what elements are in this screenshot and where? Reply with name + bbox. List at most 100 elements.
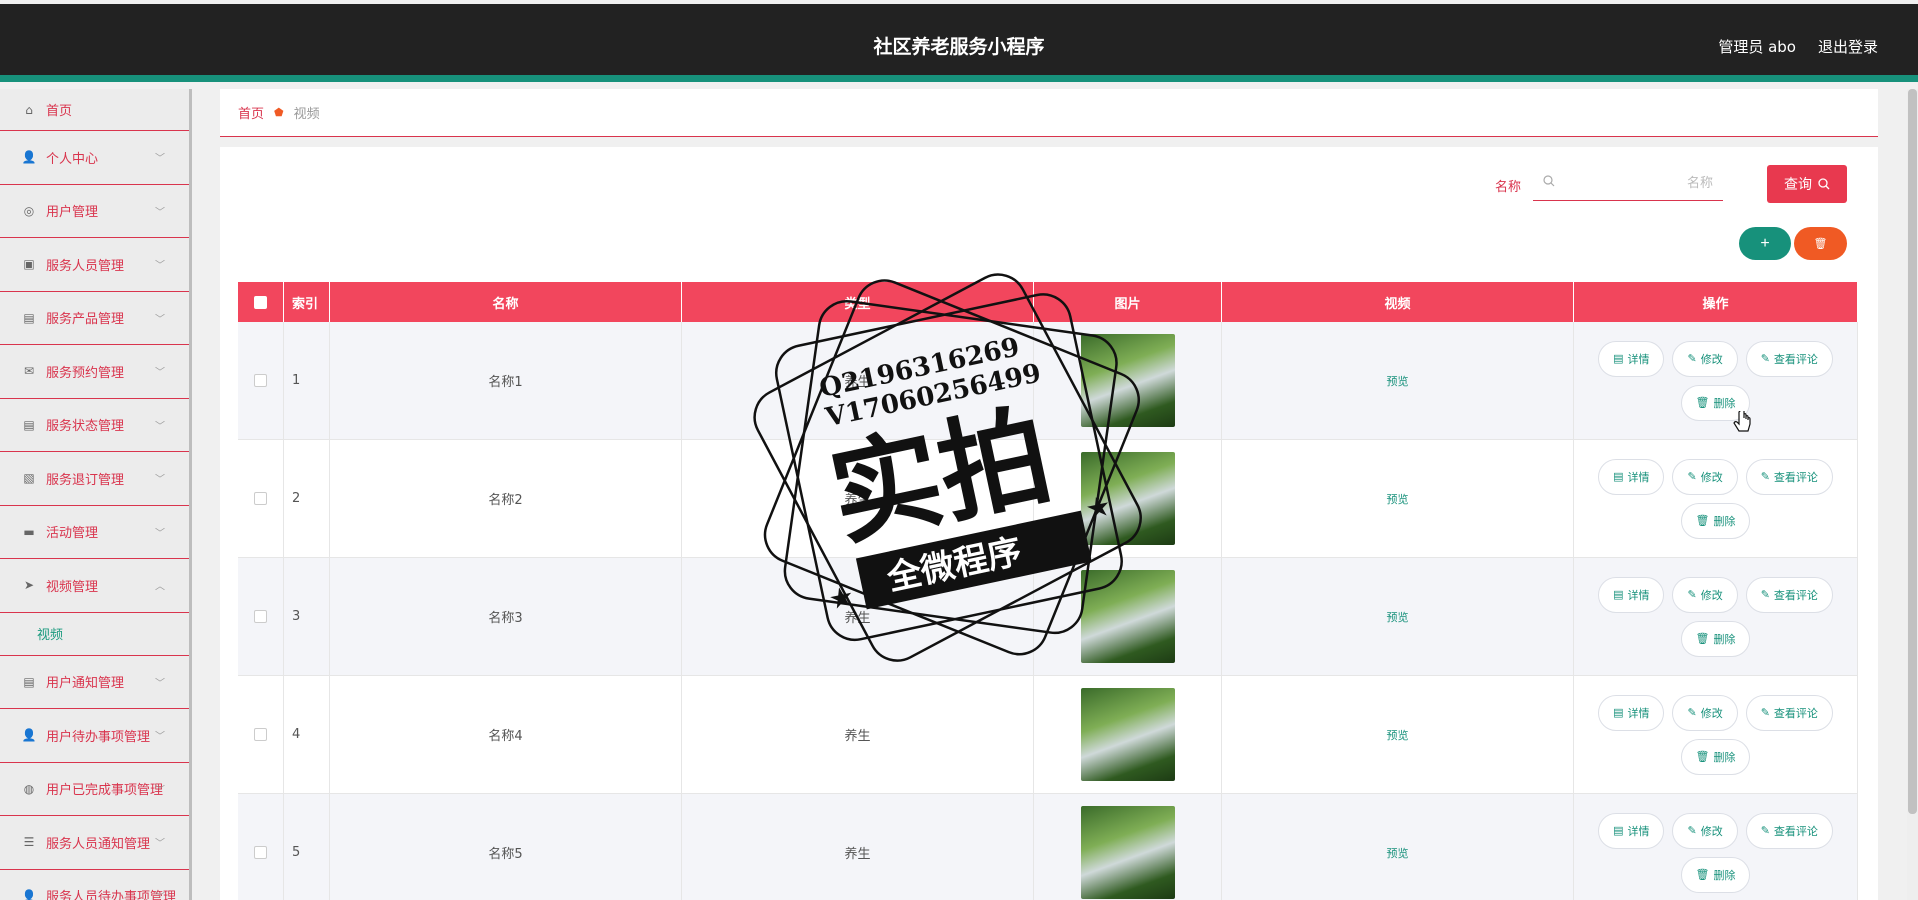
row-image-cell <box>1034 322 1222 439</box>
row-ops-cell: ▤ 详情 ✎ 修改 ✎ 查看评论 🗑 删除 <box>1574 794 1858 900</box>
sidebar-item-8[interactable]: ▬ 活动管理 ﹀ <box>0 506 189 559</box>
row-checkbox[interactable] <box>254 374 267 387</box>
thumbnail-image[interactable] <box>1080 806 1175 899</box>
detail-button[interactable]: ▤ 详情 <box>1598 694 1665 731</box>
row-check-cell <box>238 676 284 793</box>
row-actions: ▤ 详情 ✎ 修改 ✎ 查看评论 🗑 删除 <box>1586 576 1846 657</box>
chevron-down-icon: ﹀ <box>155 474 165 486</box>
sidebar-item-0[interactable]: ⌂ 首页 <box>0 89 189 131</box>
delete-button[interactable]: 🗑 删除 <box>1680 856 1751 893</box>
detail-button[interactable]: ▤ 详情 <box>1598 576 1665 613</box>
row-checkbox[interactable] <box>254 610 267 623</box>
sidebar-item-label: 首页 <box>46 104 73 119</box>
row-actions: ▤ 详情 ✎ 修改 ✎ 查看评论 🗑 删除 <box>1586 458 1846 539</box>
edit-button[interactable]: ✎ 修改 <box>1672 576 1738 613</box>
thumbnail-image[interactable] <box>1080 688 1175 781</box>
detail-label: 详情 <box>1627 352 1650 366</box>
sidebar-menu: ⌂ 首页 👤 个人中心 ﹀ ◎ 用户管理 ﹀ ▣ 服务人员管理 ﹀ ▤ 服务产品管理 ﹀ ✉ 服务预约管理 ﹀ ▤… <box>0 89 192 900</box>
sidebar-item-11[interactable]: 👤 用户待办事项管理 ﹀ <box>0 709 189 763</box>
preview-link[interactable]: 预览 <box>1387 373 1409 389</box>
sidebar-item-10[interactable]: ▤ 用户通知管理 ﹀ <box>0 656 189 709</box>
row-checkbox[interactable] <box>254 846 267 859</box>
header-image: 图片 <box>1034 282 1222 322</box>
sidebar-item-label: 服务退订管理 <box>46 472 125 488</box>
row-name: 名称1 <box>330 322 682 439</box>
sidebar-item-3[interactable]: ▣ 服务人员管理 ﹀ <box>0 238 189 292</box>
table-row: 2 名称2 养生 预览 ▤ 详情 ✎ 修改 ✎ 查看评论 🗑 删除 <box>238 440 1858 558</box>
sidebar-item-4[interactable]: ▤ 服务产品管理 ﹀ <box>0 292 189 345</box>
edit-label: 修改 <box>1700 588 1723 602</box>
chevron-down-icon: ﹀ <box>155 153 165 165</box>
comments-button[interactable]: ✎ 查看评论 <box>1745 694 1833 731</box>
sidebar-item-14[interactable]: 👤 服务人员待办事项管理 ﹀ <box>0 870 189 900</box>
briefcase-icon: ▣ <box>23 257 35 272</box>
thumbnail-image[interactable] <box>1080 334 1175 427</box>
preview-link[interactable]: 预览 <box>1387 491 1409 507</box>
row-index: 4 <box>284 676 330 793</box>
edit-button[interactable]: ✎ 修改 <box>1672 812 1738 849</box>
thumbnail-image[interactable] <box>1080 452 1175 545</box>
scrollbar-thumb[interactable] <box>1908 89 1917 814</box>
clipboard-icon: ▤ <box>23 417 35 432</box>
query-button[interactable]: 查询 <box>1767 165 1847 203</box>
row-video-cell: 预览 <box>1222 676 1574 793</box>
logout-link[interactable]: 退出登录 <box>1818 36 1878 57</box>
row-image-cell <box>1034 676 1222 793</box>
comments-button[interactable]: ✎ 查看评论 <box>1745 812 1833 849</box>
comments-button[interactable]: ✎ 查看评论 <box>1745 576 1833 613</box>
sidebar-item-1[interactable]: 👤 个人中心 ﹀ <box>0 131 189 185</box>
row-checkbox[interactable] <box>254 492 267 505</box>
sidebar-item-7[interactable]: ▧ 服务退订管理 ﹀ <box>0 452 189 506</box>
sidebar-item-5[interactable]: ✉ 服务预约管理 ﹀ <box>0 345 189 399</box>
trash-icon: 🗑 <box>1695 396 1710 409</box>
row-index: 1 <box>284 322 330 439</box>
row-name: 名称4 <box>330 676 682 793</box>
document-icon: ▤ <box>1613 706 1624 719</box>
detail-button[interactable]: ▤ 详情 <box>1598 340 1665 377</box>
detail-button[interactable]: ▤ 详情 <box>1598 812 1665 849</box>
edit-button[interactable]: ✎ 修改 <box>1672 340 1738 377</box>
app-title: 社区养老服务小程序 <box>873 36 1045 58</box>
row-ops-cell: ▤ 详情 ✎ 修改 ✎ 查看评论 🗑 删除 <box>1574 558 1858 675</box>
sidebar-item-9[interactable]: ➤ 视频管理 ︿ <box>0 559 189 613</box>
delete-button[interactable]: 🗑 删除 <box>1680 620 1751 657</box>
pencil-icon: ✎ <box>1760 352 1770 365</box>
edit-button[interactable]: ✎ 修改 <box>1672 458 1738 495</box>
admin-user-label[interactable]: 管理员 abo <box>1718 36 1796 57</box>
mail-icon: ✉ <box>23 364 35 379</box>
detail-button[interactable]: ▤ 详情 <box>1598 458 1665 495</box>
chevron-down-icon: ﹀ <box>155 838 165 850</box>
search-input[interactable] <box>1563 175 1713 190</box>
pencil-icon: ✎ <box>1760 706 1770 719</box>
table-row: 4 名称4 养生 预览 ▤ 详情 ✎ 修改 ✎ 查看评论 🗑 删除 <box>238 676 1858 794</box>
thumbnail-image[interactable] <box>1080 570 1175 663</box>
preview-link[interactable]: 预览 <box>1387 845 1409 861</box>
select-all-checkbox[interactable] <box>254 295 267 309</box>
preview-link[interactable]: 预览 <box>1387 727 1409 743</box>
add-button[interactable]: + <box>1739 227 1791 260</box>
breadcrumb-home[interactable]: 首页 <box>238 103 264 122</box>
batch-delete-button[interactable]: 🗑 <box>1794 227 1847 260</box>
sidebar-item-2[interactable]: ◎ 用户管理 ﹀ <box>0 185 189 238</box>
main-content: 首页 ⬟ 视频 名称 查询 + 🗑 索引 名称 类型 图片 视频 操作 <box>220 89 1878 900</box>
delete-button[interactable]: 🗑 删除 <box>1680 738 1751 775</box>
sidebar-item-13[interactable]: ☰ 服务人员通知管理 ﹀ <box>0 816 189 870</box>
edit-button[interactable]: ✎ 修改 <box>1672 694 1738 731</box>
row-type: 养生 <box>682 676 1034 793</box>
comments-button[interactable]: ✎ 查看评论 <box>1745 458 1833 495</box>
mouse-pointer-icon <box>1733 411 1751 432</box>
sidebar-item-6[interactable]: ▤ 服务状态管理 ﹀ <box>0 399 189 452</box>
trash-icon: 🗑 <box>1695 750 1710 763</box>
comments-label: 查看评论 <box>1773 824 1818 838</box>
sidebar-item-label: 用户待办事项管理 <box>46 729 151 745</box>
sidebar-item-12[interactable]: ◍ 用户已完成事项管理 ﹀ <box>0 763 189 816</box>
sidebar-subitem-video[interactable]: 视频 <box>0 613 189 656</box>
chevron-down-icon: ﹀ <box>155 207 165 219</box>
user-icon: 👤 <box>21 150 37 165</box>
trash-icon: 🗑 <box>1695 868 1710 881</box>
comments-button[interactable]: ✎ 查看评论 <box>1745 340 1833 377</box>
row-checkbox[interactable] <box>254 728 267 741</box>
preview-link[interactable]: 预览 <box>1387 609 1409 625</box>
page-scrollbar[interactable] <box>1907 89 1918 900</box>
delete-button[interactable]: 🗑 删除 <box>1680 502 1751 539</box>
